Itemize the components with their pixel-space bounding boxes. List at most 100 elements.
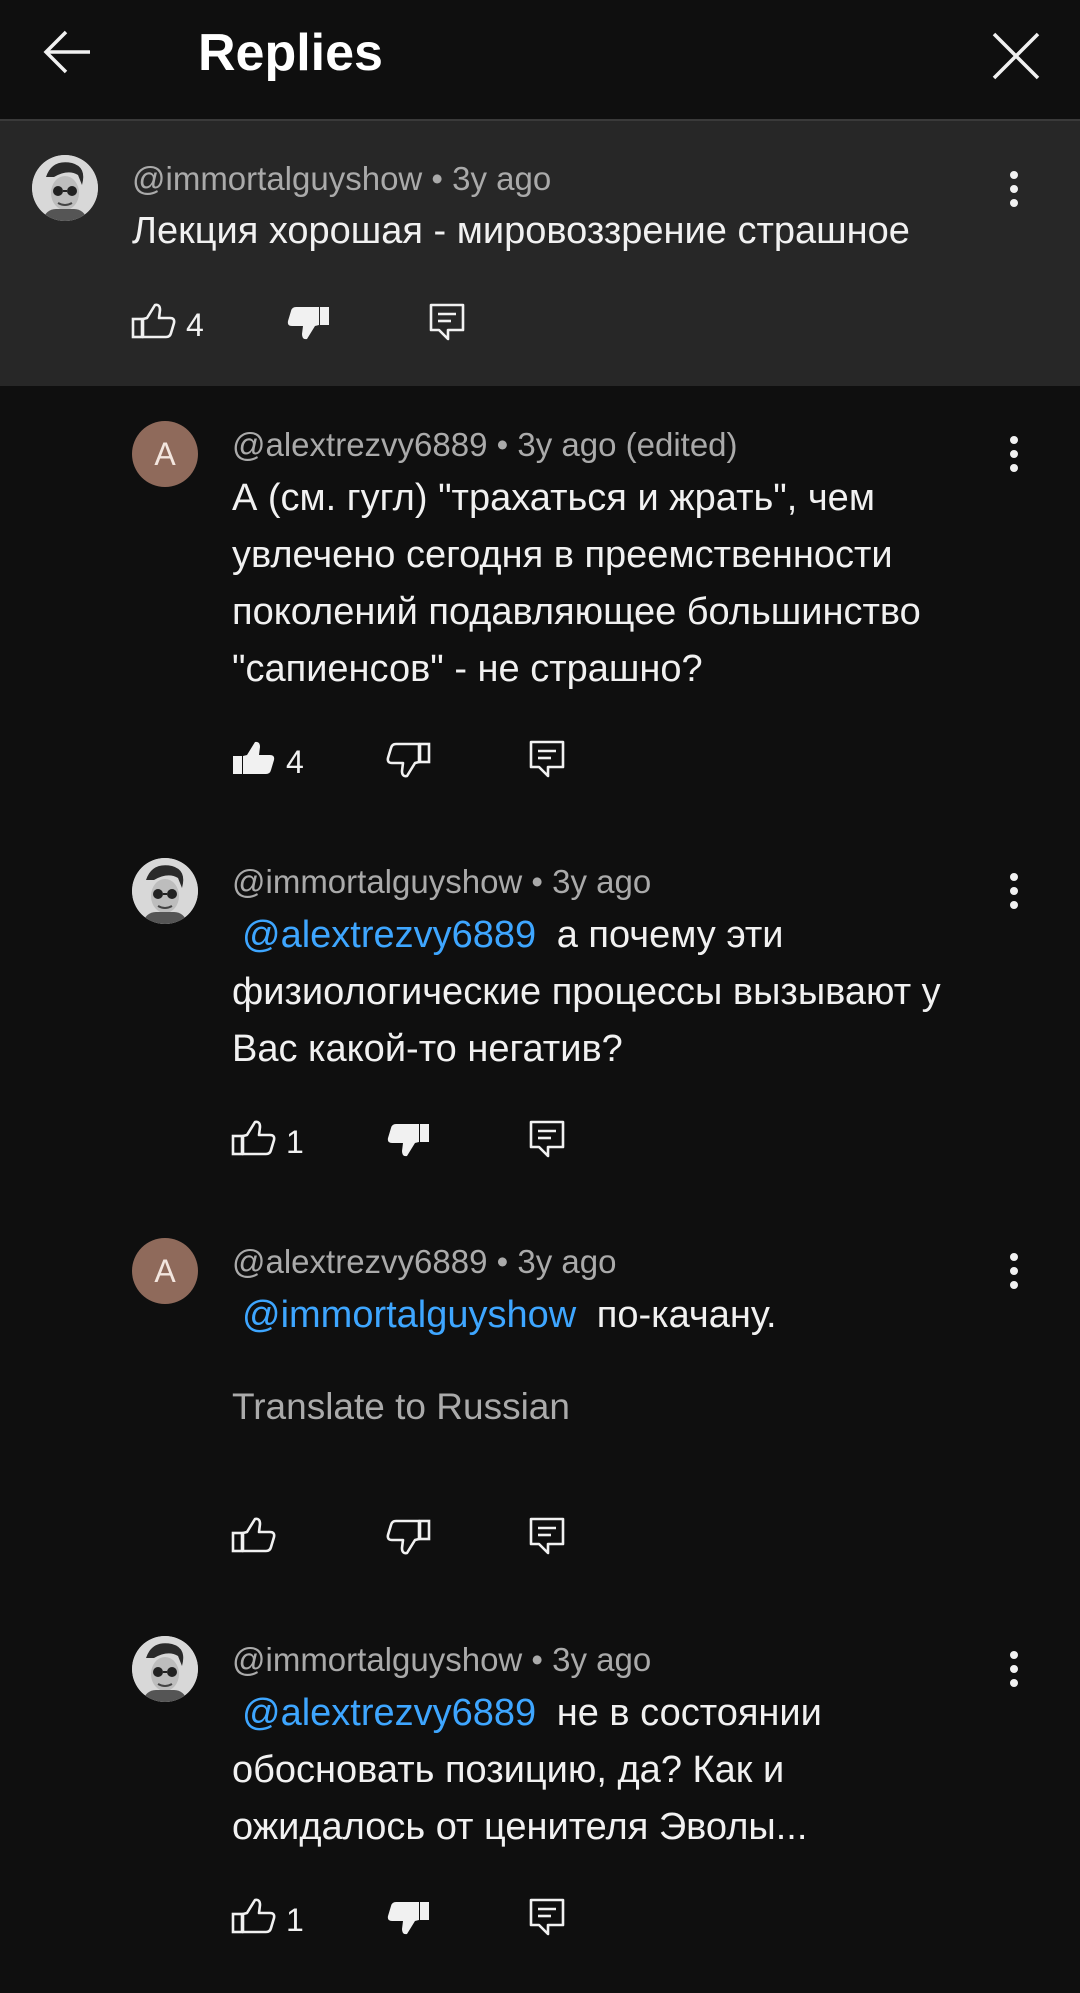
more-options-button[interactable] — [994, 165, 1034, 225]
like-button[interactable] — [230, 1513, 276, 1559]
thumb-down-icon — [386, 742, 431, 778]
dislike-button[interactable] — [386, 1116, 432, 1162]
more-options-button[interactable] — [994, 867, 1034, 927]
text-line: @alextrezvy6889 не в состоянии — [232, 1685, 1052, 1742]
comment-text: А (см. гугл) "трахаться и жрать", чем ув… — [232, 470, 1052, 698]
avatar[interactable] — [132, 1636, 198, 1702]
reply-button[interactable] — [424, 299, 470, 345]
comment-meta: @alextrezvy6889 • 3y ago — [232, 1242, 616, 1282]
more-vert-icon — [1010, 873, 1018, 881]
more-vert-icon — [1010, 1253, 1018, 1261]
thumb-up-icon — [231, 1517, 276, 1553]
text-line: ожидалось от ценителя Эволы... — [232, 1806, 808, 1848]
comment-meta: @immortalguyshow • 3y ago — [132, 159, 551, 199]
comment-meta: @immortalguyshow • 3y ago — [232, 1640, 651, 1680]
text-line: увлечено сегодня в преемственности — [232, 534, 893, 576]
comment-reply-icon — [529, 740, 565, 778]
back-button[interactable] — [40, 28, 96, 84]
like-button[interactable] — [230, 1116, 276, 1162]
translate-link[interactable]: Translate to Russian — [232, 1384, 570, 1430]
thumb-up-icon — [231, 1120, 276, 1156]
thumb-down-filled-icon — [387, 1124, 429, 1157]
mention-link[interactable]: @immortalguyshow — [232, 1294, 586, 1336]
dislike-button[interactable] — [386, 736, 432, 782]
user-avatar-image — [32, 155, 98, 221]
avatar[interactable] — [132, 858, 198, 924]
reply-button[interactable] — [524, 736, 570, 782]
more-options-button[interactable] — [994, 430, 1034, 490]
comment-text: @alextrezvy6889 а почему эти физиологиче… — [232, 907, 1052, 1078]
text-line: обосновать позицию, да? Как и — [232, 1749, 785, 1791]
thumb-down-icon — [386, 1519, 431, 1555]
thumb-up-filled-icon — [233, 741, 275, 774]
author-name[interactable]: @immortalguyshow — [132, 160, 422, 197]
mention-link[interactable]: @alextrezvy6889 — [232, 1692, 546, 1734]
text-fragment: а почему эти — [556, 914, 784, 956]
text-line: Вас какой-то негатив? — [232, 1028, 623, 1070]
text-line: @immortalguyshow по-качану. — [232, 1287, 1052, 1344]
avatar[interactable]: A — [132, 421, 198, 487]
comment-reply-icon — [429, 303, 465, 341]
avatar[interactable]: A — [132, 1238, 198, 1304]
user-avatar-image — [132, 1636, 198, 1702]
separator-dot: • — [531, 1641, 543, 1678]
arrow-left-icon — [43, 30, 90, 74]
timestamp: 3y ago — [552, 1641, 652, 1678]
timestamp: 3y ago — [552, 863, 652, 900]
comment-meta: @immortalguyshow • 3y ago — [232, 862, 651, 902]
separator-dot: • — [531, 863, 543, 900]
comment-reply-icon — [529, 1517, 565, 1555]
author-name[interactable]: @immortalguyshow — [232, 1641, 522, 1678]
separator-dot: • — [431, 160, 443, 197]
separator-dot: • — [496, 1243, 509, 1280]
text-line: А (см. гугл) "трахаться и жрать", чем — [232, 477, 875, 519]
page-title: Replies — [198, 24, 383, 82]
thumb-down-filled-icon — [287, 307, 329, 340]
author-name[interactable]: @alextrezvy6889 — [232, 1243, 487, 1280]
timestamp: 3y ago — [452, 160, 552, 197]
reply-button[interactable] — [524, 1513, 570, 1559]
comment-text: @immortalguyshow по-качану. — [232, 1287, 1052, 1344]
text-fragment: не в состоянии — [556, 1692, 822, 1734]
reply-button[interactable] — [524, 1894, 570, 1940]
text-line: поколений подавляющее большинство — [232, 591, 921, 633]
comment-reply-icon — [529, 1898, 565, 1936]
timestamp: 3y ago (edited) — [517, 426, 738, 463]
top-comment: @immortalguyshow • 3y ago Лекция хорошая… — [0, 121, 1080, 386]
thumb-up-icon — [231, 1898, 276, 1934]
like-count: 1 — [286, 1902, 304, 1938]
like-count: 4 — [286, 744, 304, 780]
author-name[interactable]: @alextrezvy6889 — [232, 426, 487, 463]
close-button[interactable] — [988, 28, 1044, 84]
more-vert-icon — [1010, 1651, 1018, 1659]
more-vert-icon — [1010, 436, 1018, 444]
text-line: @alextrezvy6889 а почему эти — [232, 907, 1052, 964]
mention-link[interactable]: @alextrezvy6889 — [232, 914, 546, 956]
text-line: физиологические процессы вызывают у — [232, 971, 941, 1013]
comment-text: Лекция хорошая - мировоззрение страшное — [132, 210, 910, 252]
more-options-button[interactable] — [994, 1247, 1034, 1307]
reply-button[interactable] — [524, 1116, 570, 1162]
comment-meta: @alextrezvy6889 • 3y ago (edited) — [232, 425, 738, 465]
like-button[interactable] — [130, 299, 176, 345]
header-bar: Replies — [0, 0, 1080, 121]
author-name[interactable]: @immortalguyshow — [232, 863, 522, 900]
like-count: 1 — [286, 1124, 304, 1160]
close-icon — [992, 32, 1040, 80]
timestamp: 3y ago — [517, 1243, 617, 1280]
avatar[interactable] — [32, 155, 98, 221]
like-count: 4 — [186, 307, 204, 343]
dislike-button[interactable] — [286, 299, 332, 345]
dislike-button[interactable] — [386, 1894, 432, 1940]
like-button[interactable] — [230, 1894, 276, 1940]
text-line: "сапиенсов" - не страшно? — [232, 648, 703, 690]
like-button[interactable] — [230, 736, 276, 782]
separator-dot: • — [496, 426, 509, 463]
user-avatar-image — [132, 858, 198, 924]
more-options-button[interactable] — [994, 1645, 1034, 1705]
comment-reply-icon — [529, 1120, 565, 1158]
dislike-button[interactable] — [386, 1513, 432, 1559]
thumb-down-filled-icon — [387, 1902, 429, 1935]
text-fragment: по-качану. — [596, 1294, 777, 1336]
thumb-up-icon — [131, 303, 176, 339]
